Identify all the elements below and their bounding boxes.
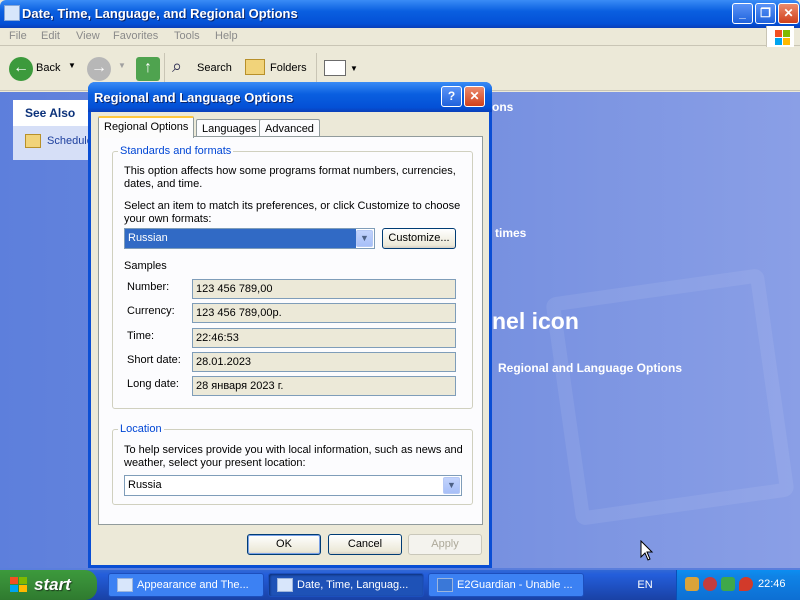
task-date-time[interactable]: Date, Time, Languag... — [268, 573, 424, 597]
folders-button-label[interactable]: Folders — [270, 62, 307, 74]
menu-tools[interactable]: Tools — [174, 30, 200, 42]
search-button-label[interactable]: Search — [197, 62, 232, 74]
close-button[interactable]: ✕ — [778, 3, 799, 24]
sample-number-value: 123 456 789,00 — [192, 279, 456, 299]
menu-edit[interactable]: Edit — [41, 30, 60, 42]
start-label: start — [34, 575, 71, 594]
sample-long-date-label: Long date: — [127, 378, 179, 390]
tab-regional-options[interactable]: Regional Options — [98, 116, 195, 138]
customize-button[interactable]: Customize... — [382, 228, 456, 249]
folder-window-icon — [4, 5, 20, 21]
task-label: Appearance and The... — [137, 579, 249, 591]
language-indicator[interactable]: EN — [630, 573, 660, 597]
task-label: Date, Time, Languag... — [297, 579, 409, 591]
regional-options-link[interactable]: Regional and Language Options — [498, 361, 682, 375]
apply-button[interactable]: Apply — [408, 534, 482, 555]
views-icon[interactable] — [324, 60, 346, 76]
regional-options-panel: Standards and formats This option affect… — [98, 136, 483, 525]
clock[interactable]: 22:46 — [758, 578, 786, 590]
task-e2guardian[interactable]: E2Guardian - Unable ... — [428, 573, 584, 597]
sample-long-date-value: 28 января 2023 г. — [192, 376, 456, 396]
content-fragment-1: ons — [492, 100, 514, 114]
sample-short-date-value: 28.01.2023 — [192, 352, 456, 372]
cancel-button[interactable]: Cancel — [328, 534, 402, 555]
folders-icon[interactable] — [245, 59, 265, 75]
back-dropdown-icon[interactable]: ▼ — [68, 61, 76, 70]
task-appearance[interactable]: Appearance and The... — [108, 573, 264, 597]
location-dropdown[interactable]: Russia ▼ — [124, 475, 462, 496]
taskbar: start Appearance and The... Date, Time, … — [0, 570, 800, 600]
maximize-button[interactable]: ❐ — [755, 3, 776, 24]
chevron-down-icon[interactable]: ▼ — [356, 230, 373, 247]
format-dropdown[interactable]: Russian ▼ — [124, 228, 375, 249]
menu-view[interactable]: View — [76, 30, 100, 42]
sample-currency-value: 123 456 789,00р. — [192, 303, 456, 323]
chevron-down-icon[interactable]: ▼ — [443, 477, 460, 494]
browser-icon — [437, 578, 453, 592]
location-description-2: weather, select your present location: — [124, 457, 306, 469]
task-label: E2Guardian - Unable ... — [457, 579, 573, 591]
select-instruction-1: Select an item to match its preferences,… — [124, 200, 461, 212]
see-also-heading: See Also — [13, 100, 95, 126]
help-button[interactable]: ? — [441, 86, 462, 107]
format-dropdown-value: Russian — [125, 229, 356, 248]
menu-favorites[interactable]: Favorites — [113, 30, 158, 42]
search-icon[interactable]: ⌕ — [172, 56, 182, 77]
up-folder-icon[interactable]: ↑ — [136, 57, 160, 81]
see-also-panel: See Also Schedule — [13, 100, 95, 160]
windows-logo-icon — [766, 26, 794, 48]
security-shield-icon[interactable] — [739, 577, 753, 591]
sample-number-label: Number: — [127, 281, 170, 293]
forward-arrow-icon[interactable]: → — [87, 57, 111, 81]
location-dropdown-value: Russia — [128, 479, 162, 491]
minimize-button[interactable]: _ — [732, 3, 753, 24]
main-title-bar[interactable]: Date, Time, Language, and Regional Optio… — [0, 0, 800, 28]
standards-description-1: This option affects how some programs fo… — [124, 165, 456, 177]
sample-currency-label: Currency: — [127, 305, 175, 317]
standards-legend: Standards and formats — [118, 145, 234, 157]
scheduled-tasks-link[interactable]: Schedule — [47, 135, 93, 147]
views-dropdown-icon[interactable]: ▼ — [350, 64, 358, 73]
main-window-title: Date, Time, Language, and Regional Optio… — [22, 6, 298, 21]
sample-short-date-label: Short date: — [127, 354, 181, 366]
sample-time-value: 22:46:53 — [192, 328, 456, 348]
content-fragment-3: nel icon — [492, 308, 579, 334]
samples-heading: Samples — [124, 260, 167, 272]
tray-network-icon[interactable] — [703, 577, 717, 591]
tray-app-icon[interactable] — [685, 577, 699, 591]
sample-time-label: Time: — [127, 330, 155, 342]
watermark-decoration — [545, 267, 795, 527]
dialog-close-button[interactable]: ✕ — [464, 86, 485, 107]
scheduled-tasks-icon — [25, 134, 41, 148]
regional-options-dialog: Regional and Language Options ? ✕ Region… — [88, 82, 492, 568]
location-description-1: To help services provide you with local … — [124, 444, 463, 456]
menu-bar: File Edit View Favorites Tools Help — [0, 26, 800, 48]
dialog-title-bar[interactable]: Regional and Language Options ? ✕ — [88, 82, 492, 112]
menu-help[interactable]: Help — [215, 30, 238, 42]
menu-file[interactable]: File — [9, 30, 27, 42]
location-legend: Location — [118, 423, 164, 435]
tray-update-icon[interactable] — [721, 577, 735, 591]
windows-flag-icon — [10, 577, 28, 593]
ok-button[interactable]: OK — [247, 534, 321, 555]
back-arrow-icon[interactable]: ← — [9, 57, 33, 81]
control-panel-icon — [117, 578, 133, 592]
dialog-title: Regional and Language Options — [94, 90, 294, 105]
control-panel-icon — [277, 578, 293, 592]
mouse-cursor-icon — [640, 540, 654, 561]
content-fragment-2[interactable]: times — [495, 226, 526, 240]
start-button[interactable]: start — [0, 570, 97, 600]
forward-dropdown-icon[interactable]: ▼ — [118, 61, 126, 70]
standards-description-2: dates, and time. — [124, 178, 203, 190]
back-button-label[interactable]: Back — [36, 62, 60, 74]
select-instruction-2: your own formats: — [124, 213, 212, 225]
